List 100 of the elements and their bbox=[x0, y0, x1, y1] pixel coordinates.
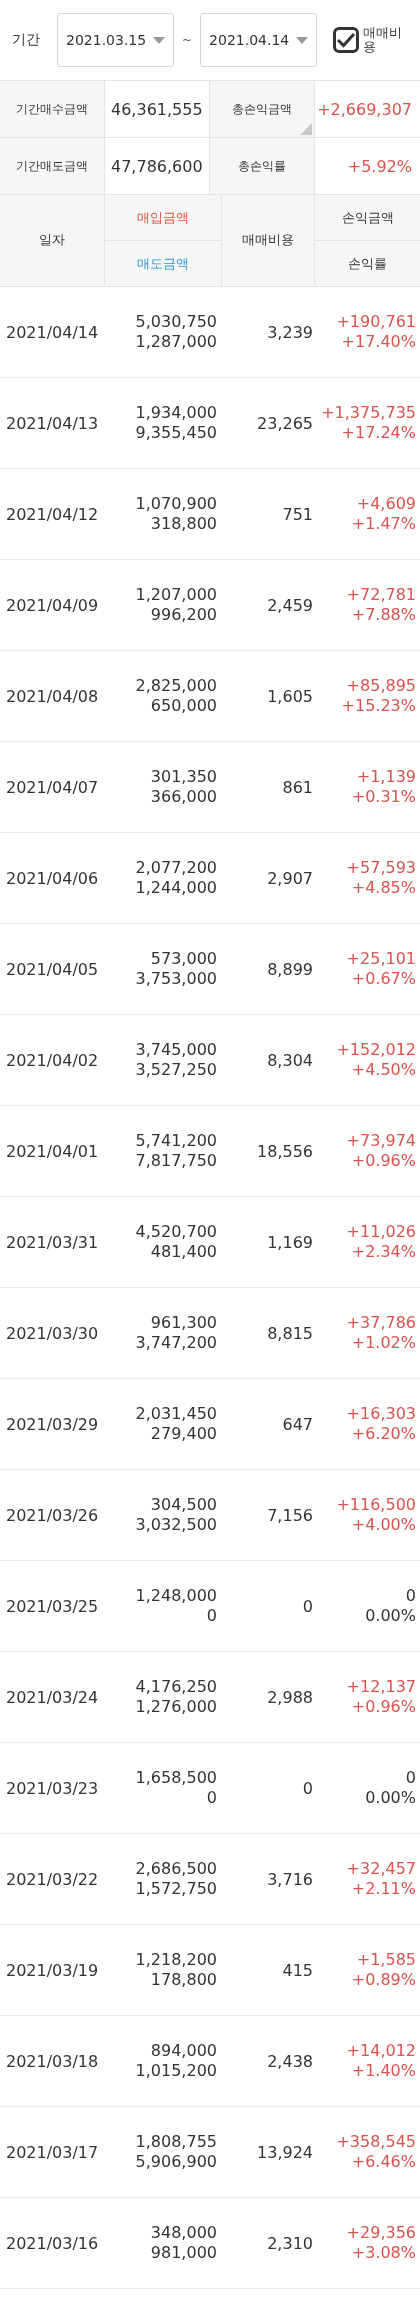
profit-rate: +3.08% bbox=[351, 2243, 416, 2263]
buy-amount: 1,207,000 bbox=[135, 585, 217, 605]
profit-rate: +0.96% bbox=[351, 1151, 416, 1171]
buy-amount: 4,176,250 bbox=[135, 1677, 217, 1697]
buy-amount: 2,686,500 bbox=[135, 1859, 217, 1879]
range-separator: ~ bbox=[182, 33, 193, 47]
sell-amount: 1,276,000 bbox=[135, 1697, 217, 1717]
buy-amount: 4,520,700 bbox=[135, 1222, 217, 1242]
profit-amount: 0 bbox=[405, 1586, 416, 1606]
end-date-dropdown[interactable]: 2021.04.14 bbox=[200, 13, 318, 67]
summary-label: 총손익률 bbox=[210, 138, 315, 195]
date-cell-text: 2021/04/01 bbox=[5, 1141, 100, 1161]
sell-amount: 481,400 bbox=[150, 1242, 217, 1262]
date-cell-text: 2021/04/06 bbox=[5, 868, 100, 888]
column-header: 손익률 bbox=[347, 254, 388, 273]
profit-rate: 0.00% bbox=[365, 1788, 416, 1808]
profit-amount: +12,137 bbox=[346, 1677, 416, 1697]
buy-amount: 5,741,200 bbox=[135, 1131, 217, 1151]
start-date-dropdown[interactable]: 2021.03.15 bbox=[57, 13, 174, 67]
date-cell-text: 2021/04/08 bbox=[5, 686, 100, 706]
buy-amount: 2,077,200 bbox=[135, 858, 217, 878]
fee-cell-text: 751 bbox=[281, 504, 313, 524]
date-cell-text: 2021/03/17 bbox=[5, 2142, 100, 2162]
date-cell-text: 2021/03/25 bbox=[5, 1596, 100, 1616]
fee-cell-text: 8,304 bbox=[266, 1050, 313, 1070]
profit-amount: +37,786 bbox=[346, 1313, 416, 1333]
date-cell-text: 2021/04/13 bbox=[5, 413, 100, 433]
profit-amount: +1,585 bbox=[356, 1950, 416, 1970]
date-cell-text: 2021/03/30 bbox=[5, 1323, 100, 1343]
date-cell-text: 2021/03/18 bbox=[5, 2051, 100, 2071]
date-cell-text: 2021/03/24 bbox=[5, 1687, 100, 1707]
profit-rate: +0.89% bbox=[351, 1970, 416, 1990]
sell-amount: 1,244,000 bbox=[135, 878, 217, 898]
fee-cell-text: 415 bbox=[281, 1960, 313, 1980]
profit-rate: +17.40% bbox=[341, 332, 416, 352]
fee-checkbox-label: 매매비용 bbox=[363, 25, 404, 55]
column-header: 매매비용 bbox=[222, 195, 315, 285]
profit-rate: +4.50% bbox=[351, 1060, 416, 1080]
sell-amount: 178,800 bbox=[150, 1970, 217, 1990]
fee-cell-text: 2,310 bbox=[266, 2233, 313, 2253]
buy-amount: 1,218,200 bbox=[135, 1950, 217, 1970]
profit-amount: +358,545 bbox=[336, 2132, 416, 2152]
profit-rate: +17.24% bbox=[341, 423, 416, 443]
profit-amount: 0 bbox=[405, 1768, 416, 1788]
profit-amount: +32,457 bbox=[346, 1859, 416, 1879]
date-cell-text: 2021/03/31 bbox=[5, 1232, 100, 1252]
profit-amount: +1,375,735 bbox=[321, 403, 416, 423]
fee-cell-text: 3,239 bbox=[266, 322, 313, 342]
profit-amount: +14,012 bbox=[346, 2041, 416, 2061]
profit-amount: +73,974 bbox=[346, 1131, 416, 1151]
profit-amount: +152,012 bbox=[336, 1040, 416, 1060]
sell-amount: 3,032,500 bbox=[135, 1515, 217, 1535]
summary-value: +2,669,307 bbox=[315, 81, 420, 138]
buy-amount: 301,350 bbox=[150, 767, 217, 787]
fee-cell-text: 8,899 bbox=[266, 959, 313, 979]
date-cell-text: 2021/03/16 bbox=[5, 2233, 100, 2253]
sell-amount: 7,817,750 bbox=[135, 1151, 217, 1171]
profit-amount: +29,356 bbox=[346, 2223, 416, 2243]
buy-amount: 1,248,000 bbox=[135, 1586, 217, 1606]
buy-amount: 5,030,750 bbox=[135, 312, 217, 332]
sell-amount: 5,906,900 bbox=[135, 2152, 217, 2172]
profit-rate: +1.47% bbox=[351, 514, 416, 534]
column-header: 일자 bbox=[0, 195, 105, 285]
profit-rate: +0.96% bbox=[351, 1697, 416, 1717]
fee-cell-text: 1,169 bbox=[266, 1232, 313, 1252]
profit-amount: +85,895 bbox=[346, 676, 416, 696]
fee-cell-text: 861 bbox=[281, 777, 313, 797]
sell-amount: 996,200 bbox=[150, 605, 217, 625]
buy-amount: 304,500 bbox=[150, 1495, 217, 1515]
profit-rate: +6.20% bbox=[351, 1424, 416, 1444]
buy-amount: 2,031,450 bbox=[135, 1404, 217, 1424]
profit-rate: +0.31% bbox=[351, 787, 416, 807]
fee-cell-text: 7,156 bbox=[266, 1505, 313, 1525]
fee-cell-text: 13,924 bbox=[256, 2142, 313, 2162]
buy-amount: 1,934,000 bbox=[135, 403, 217, 423]
date-cell-text: 2021/04/02 bbox=[5, 1050, 100, 1070]
profit-amount: +57,593 bbox=[346, 858, 416, 878]
sell-amount: 0 bbox=[206, 1788, 217, 1808]
buy-amount: 961,300 bbox=[150, 1313, 217, 1333]
date-cell-text: 2021/04/07 bbox=[5, 777, 100, 797]
fee-cell-text: 2,459 bbox=[266, 595, 313, 615]
buy-amount: 348,000 bbox=[150, 2223, 217, 2243]
buy-amount: 1,808,755 bbox=[135, 2132, 217, 2152]
fee-cell-text: 2,907 bbox=[266, 868, 313, 888]
fee-checkbox[interactable] bbox=[333, 27, 360, 53]
date-cell-text: 2021/03/22 bbox=[5, 1869, 100, 1889]
buy-amount: 2,825,000 bbox=[135, 676, 217, 696]
profit-amount: +16,303 bbox=[346, 1404, 416, 1424]
fee-cell-text: 8,815 bbox=[266, 1323, 313, 1343]
fee-cell-text: 1,605 bbox=[266, 686, 313, 706]
sell-amount: 3,753,000 bbox=[135, 969, 217, 989]
caret-icon bbox=[153, 36, 165, 44]
date-cell-text: 2021/03/29 bbox=[5, 1414, 100, 1434]
profit-amount: +116,500 bbox=[336, 1495, 416, 1515]
sell-amount: 318,800 bbox=[150, 514, 217, 534]
profit-amount: +11,026 bbox=[346, 1222, 416, 1242]
profit-amount: +1,139 bbox=[356, 767, 416, 787]
profit-amount: +4,609 bbox=[356, 494, 416, 514]
profit-rate: +1.40% bbox=[351, 2061, 416, 2081]
date-cell-text: 2021/03/26 bbox=[5, 1505, 100, 1525]
